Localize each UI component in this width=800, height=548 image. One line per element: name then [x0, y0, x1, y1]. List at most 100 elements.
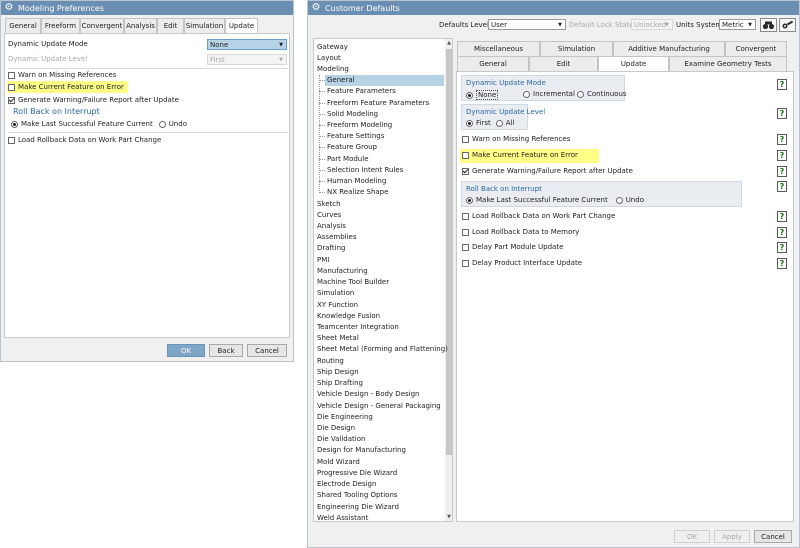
load-memory-option[interactable]: Load Rollback Data to Memory: [462, 228, 579, 236]
tree-item[interactable]: Die Design: [316, 422, 355, 433]
tree-item[interactable]: Analysis: [316, 221, 346, 232]
make-current-feature-option[interactable]: Make Current Feature on Error: [8, 83, 124, 91]
tree-item[interactable]: NX Realize Shape: [325, 187, 444, 198]
tree-item[interactable]: Teamcenter Integration: [316, 322, 399, 333]
tab-freeform[interactable]: Freeform: [41, 18, 80, 33]
dul-first-radio[interactable]: [466, 119, 473, 127]
delay-interface-option[interactable]: Delay Product Interface Update: [462, 259, 582, 267]
rollback-undo-radio[interactable]: [615, 196, 623, 204]
tab-general[interactable]: General: [457, 56, 529, 71]
tree-item[interactable]: Gateway: [316, 41, 348, 52]
warn-missing-checkbox[interactable]: [462, 135, 469, 143]
help-icon[interactable]: ?: [777, 108, 787, 119]
customer-defaults-titlebar[interactable]: ⚙ Customer Defaults: [308, 1, 799, 15]
warn-missing-checkbox[interactable]: [8, 71, 15, 79]
tree-scrollbar[interactable]: ▲ ▼: [445, 39, 452, 521]
dynamic-update-mode-select[interactable]: None ▼: [207, 39, 287, 50]
tree-item[interactable]: Sheet Metal (Forming and Flattening): [316, 344, 448, 355]
tree-item[interactable]: Progressive Die Wizard: [316, 467, 397, 478]
tab-general[interactable]: General: [5, 18, 41, 33]
dul-first-option[interactable]: First All: [466, 119, 514, 127]
tree-item[interactable]: Feature Settings: [325, 131, 444, 142]
tab-simulation[interactable]: Simulation: [540, 41, 613, 56]
cancel-button[interactable]: Cancel: [754, 530, 792, 543]
tab-simulation[interactable]: Simulation: [184, 18, 225, 33]
make-current-feature-checkbox[interactable]: [8, 83, 15, 91]
lock-state-select[interactable]: Unlocked ▼: [631, 19, 673, 30]
load-rollback-option[interactable]: Load Rollback Data on Work Part Change: [8, 136, 161, 144]
tree-item[interactable]: Freeform Feature Parameters: [325, 97, 444, 108]
help-icon[interactable]: ?: [777, 258, 787, 269]
manage-defaults-icon[interactable]: [779, 18, 796, 32]
delay-interface-checkbox[interactable]: [462, 259, 469, 267]
tree-item[interactable]: Machine Tool Builder: [316, 277, 389, 288]
dum-continuous-radio[interactable]: [577, 90, 584, 98]
help-icon[interactable]: ?: [777, 211, 787, 222]
modeling-preferences-titlebar[interactable]: ⚙ Modeling Preferences: [1, 1, 293, 15]
cancel-button[interactable]: Cancel: [247, 344, 287, 357]
tree-item[interactable]: Routing: [316, 355, 344, 366]
help-icon[interactable]: ?: [777, 150, 787, 161]
load-memory-checkbox[interactable]: [462, 228, 469, 236]
generate-report-option[interactable]: Generate Warning/Failure Report after Up…: [8, 96, 179, 104]
warn-missing-references-option[interactable]: Warn on Missing References: [8, 71, 116, 79]
tab-convergent[interactable]: Convergent: [725, 41, 787, 56]
help-icon[interactable]: ?: [777, 242, 787, 253]
tree-item[interactable]: Curves: [316, 209, 341, 220]
apply-button[interactable]: Apply: [714, 530, 750, 543]
tree-item[interactable]: Human Modeling: [325, 176, 444, 187]
help-icon[interactable]: ?: [777, 166, 787, 177]
defaults-level-select[interactable]: User ▼: [488, 19, 566, 30]
ok-button[interactable]: OK: [167, 344, 205, 357]
tree-item[interactable]: Engineering Die Wizard: [316, 501, 399, 512]
tree-item[interactable]: Design for Manufacturing: [316, 445, 406, 456]
help-icon[interactable]: ?: [777, 227, 787, 238]
tab-miscellaneous[interactable]: Miscellaneous: [457, 41, 540, 56]
rollback-make-last-radio[interactable]: [466, 196, 473, 204]
tree-item[interactable]: Freeform Modeling: [325, 120, 444, 131]
tree-item[interactable]: Part Module: [325, 153, 444, 164]
chevron-down-icon[interactable]: ▼: [445, 513, 452, 521]
tree-item[interactable]: Modeling: [316, 63, 349, 74]
tree-item[interactable]: Knowledge Fusion: [316, 310, 380, 321]
tree-item[interactable]: Feature Parameters: [325, 86, 444, 97]
tree-item[interactable]: Feature Group: [325, 142, 444, 153]
make-current-feature-checkbox[interactable]: [462, 151, 469, 159]
tree-item[interactable]: Layout: [316, 52, 341, 63]
dum-incremental-radio[interactable]: [523, 90, 530, 98]
dynamic-update-level-select[interactable]: First ▼: [207, 54, 287, 65]
tree-item[interactable]: PMI: [316, 254, 329, 265]
tab-convergent[interactable]: Convergent: [80, 18, 124, 33]
tab-update[interactable]: Update: [598, 56, 669, 71]
dul-all-radio[interactable]: [495, 119, 503, 127]
tree-item[interactable]: Mold Wizard: [316, 456, 360, 467]
tree-item[interactable]: Assemblies: [316, 232, 357, 243]
tree-item[interactable]: Vehicle Design - General Packaging: [316, 400, 441, 411]
generate-report-checkbox[interactable]: [462, 167, 469, 175]
help-icon[interactable]: ?: [777, 181, 787, 192]
tree-item-selected[interactable]: General: [325, 74, 444, 86]
load-rollback-checkbox[interactable]: [8, 136, 15, 144]
back-button[interactable]: Back: [209, 344, 243, 357]
generate-report-checkbox[interactable]: [8, 96, 15, 104]
tree-item[interactable]: Drafting: [316, 243, 345, 254]
tree-scroll-thumb[interactable]: [446, 49, 452, 455]
tab-analysis[interactable]: Analysis: [124, 18, 157, 33]
dum-none-option[interactable]: None: [466, 90, 499, 100]
help-icon[interactable]: ?: [777, 79, 787, 90]
units-system-select[interactable]: Metric ▼: [719, 19, 756, 30]
tab-update[interactable]: Update: [225, 18, 258, 33]
tree-item[interactable]: Selection Intent Rules: [325, 164, 444, 175]
dum-continuous-option[interactable]: Continuous: [577, 90, 627, 98]
tree-item[interactable]: Electrode Design: [316, 479, 376, 490]
delay-part-option[interactable]: Delay Part Module Update: [462, 243, 563, 251]
find-default-icon[interactable]: [760, 18, 777, 32]
rollback-undo-radio[interactable]: [158, 120, 166, 128]
tree-item[interactable]: Sketch: [316, 198, 341, 209]
tree-item[interactable]: Die Engineering: [316, 411, 373, 422]
tree-item[interactable]: Ship Drafting: [316, 378, 363, 389]
tree-item[interactable]: Weld Assistant: [316, 512, 368, 521]
ok-button[interactable]: OK: [674, 530, 710, 543]
tab-examine-geometry-tests[interactable]: Examine Geometry Tests: [669, 56, 787, 71]
tree-item[interactable]: XY Function: [316, 299, 358, 310]
